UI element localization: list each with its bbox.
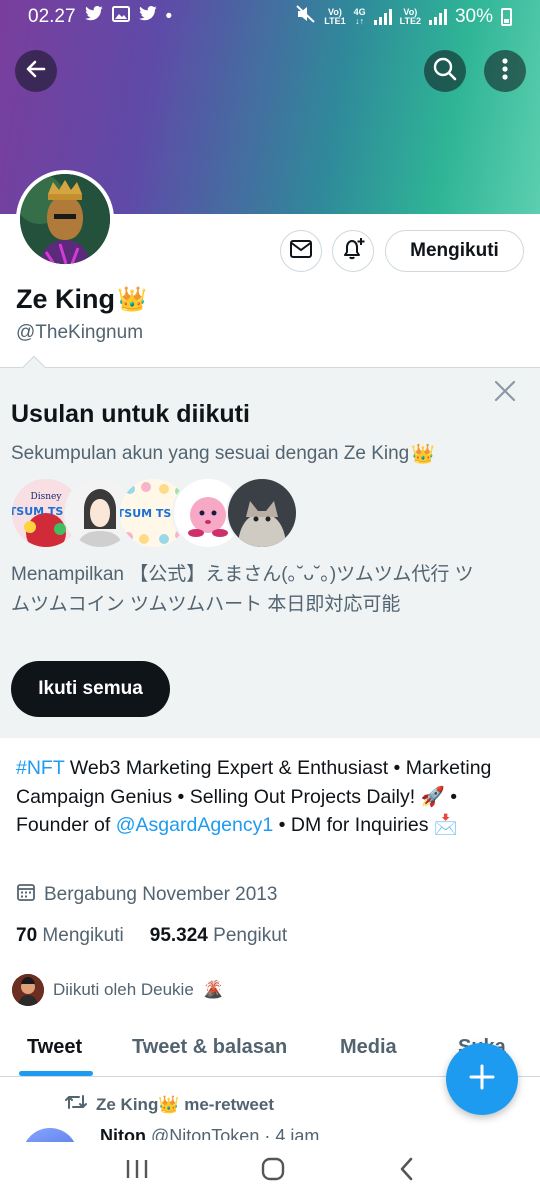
mention-link[interactable]: @AsgardAgency1	[116, 814, 273, 836]
crown-emoji: 👑	[117, 286, 147, 313]
arrow-left-icon	[24, 57, 48, 86]
network-type: 4G ↓↑	[353, 7, 366, 26]
close-icon	[493, 379, 517, 408]
calendar-icon	[16, 882, 36, 908]
follow-stats: 70 Mengikuti 95.324 Pengikut	[16, 925, 287, 947]
joined-text: Bergabung November 2013	[44, 884, 278, 905]
volcano-emoji: 🌋	[202, 980, 224, 999]
tweet-author-line[interactable]: Niton @NitonToken · 4 jam	[100, 1126, 319, 1140]
bell-plus-icon	[340, 236, 366, 267]
following-stat[interactable]: 70 Mengikuti	[16, 925, 124, 947]
mute-icon	[296, 5, 316, 29]
crown-emoji: 👑	[158, 1094, 180, 1114]
status-time: 02.27	[28, 6, 76, 27]
joined-date: Bergabung November 2013	[16, 882, 277, 908]
envelope-icon	[289, 239, 313, 264]
tweet-time: · 4 jam	[264, 1126, 320, 1140]
profile-name-text: Ze King	[16, 284, 115, 314]
home-button[interactable]	[260, 1156, 286, 1187]
profile-handle: @TheKingnum	[16, 322, 144, 343]
search-button[interactable]	[424, 50, 466, 92]
follower-avatar	[12, 974, 44, 1006]
active-tab-indicator	[19, 1071, 93, 1076]
suggestion-description: Menampilkan 【公式】えまさん(｡˘ᴗ˘｡)ツムツム代行 ツムツムコイ…	[11, 564, 474, 615]
retweet-suffix: me-retweet	[179, 1094, 274, 1114]
hashtag-link[interactable]: #NFT	[16, 757, 64, 779]
retweet-icon	[64, 1092, 88, 1117]
followed-by-text: Diikuti oleh Deukie	[53, 980, 194, 999]
status-bar: 02.27 • Vo) LTE1 4G ↓↑ Vo) LTE2 30%	[0, 0, 540, 34]
profile-avatar[interactable]	[16, 170, 114, 268]
retweeter-name[interactable]: Ze King	[96, 1095, 158, 1114]
tweet-author-name: Niton	[100, 1126, 146, 1140]
profile-bio: #NFT Web3 Marketing Expert & Enthusiast …	[16, 754, 516, 840]
mail-emoji: 📩	[433, 814, 459, 836]
twitter-notification-icon-2	[138, 6, 158, 28]
twitter-notification-icon	[84, 6, 104, 28]
tab-media[interactable]: Media	[340, 1036, 397, 1059]
crown-emoji: 👑	[411, 444, 435, 465]
following-button[interactable]: Mengikuti	[385, 230, 524, 272]
search-icon	[432, 56, 458, 87]
plus-icon	[468, 1063, 496, 1096]
bio-text-3: • DM for Inquiries	[273, 814, 434, 836]
retweet-header: Ze King👑 me-retweet	[64, 1092, 274, 1117]
system-nav-bar	[0, 1142, 540, 1200]
recent-apps-button[interactable]	[125, 1158, 149, 1185]
sim2-indicator: Vo) LTE2	[399, 7, 421, 26]
gallery-notification-icon	[111, 6, 130, 28]
status-dot: •	[165, 6, 173, 27]
signal-icon	[373, 9, 392, 25]
suggestion-subtitle-text: Sekumpulan akun yang sesuai dengan Ze Ki…	[11, 443, 410, 464]
battery-level: 30%	[454, 6, 493, 27]
tab-tweet-replies[interactable]: Tweet & balasan	[132, 1036, 287, 1059]
profile-name: Ze King 👑	[16, 284, 147, 315]
tab-tweet[interactable]: Tweet	[27, 1036, 82, 1059]
tweet-author-avatar[interactable]	[22, 1128, 78, 1142]
followers-stat[interactable]: 95.324 Pengikut	[150, 925, 287, 947]
more-button[interactable]	[484, 50, 526, 92]
compose-tweet-button[interactable]	[446, 1043, 518, 1115]
suggested-avatar-5[interactable]	[226, 477, 298, 549]
rocket-emoji: 🚀	[420, 785, 445, 808]
follow-all-button[interactable]: Ikuti semua	[11, 661, 170, 717]
tweet-author-handle: @NitonToken	[151, 1126, 260, 1140]
message-button[interactable]	[280, 230, 322, 272]
close-button[interactable]	[490, 378, 520, 408]
battery-icon	[501, 8, 512, 26]
notify-button[interactable]	[332, 230, 374, 272]
suggested-avatars[interactable]: Disney TSUM TSUM TSUM TSUM	[10, 477, 300, 549]
svg-text:Disney: Disney	[31, 492, 63, 502]
suggestion-subtitle: Sekumpulan akun yang sesuai dengan Ze Ki…	[11, 442, 435, 466]
sim1-indicator: Vo) LTE1	[324, 7, 346, 26]
back-button[interactable]	[15, 50, 57, 92]
followed-by[interactable]: Diikuti oleh Deukie 🌋	[12, 974, 224, 1006]
signal-icon-2	[428, 9, 447, 25]
back-nav-button[interactable]	[397, 1156, 415, 1187]
more-vertical-icon	[502, 57, 508, 86]
suggestion-title: Usulan untuk diikuti	[11, 400, 250, 428]
